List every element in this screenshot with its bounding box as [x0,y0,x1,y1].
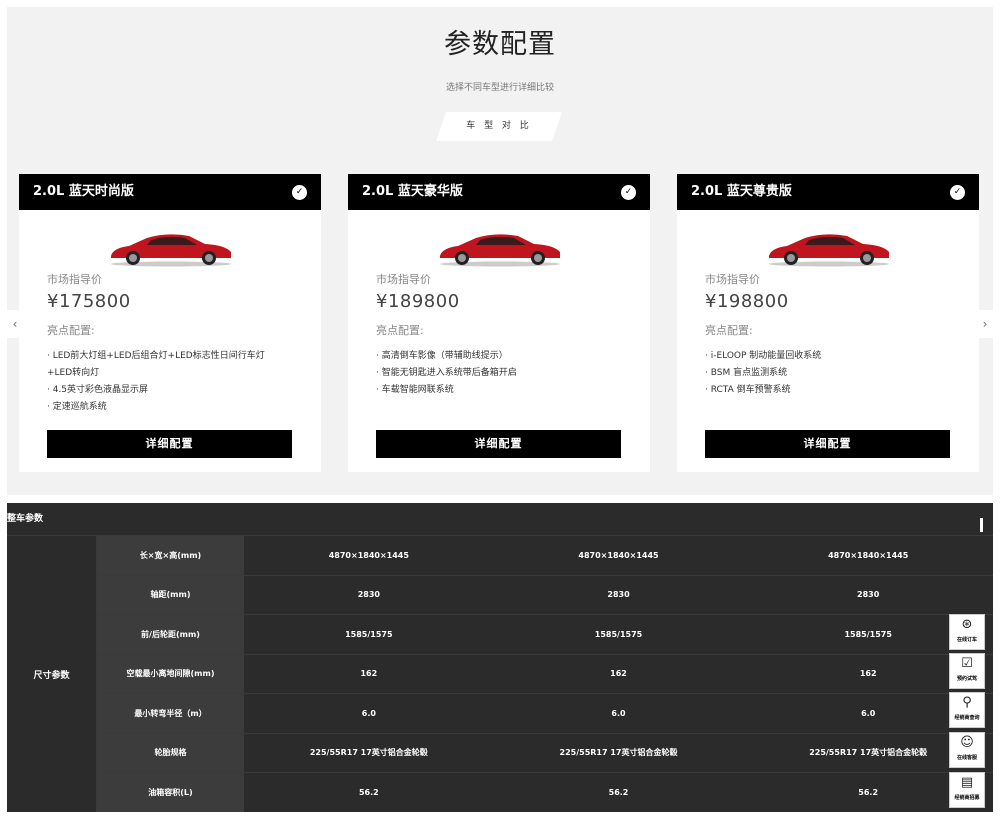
param-key: 长×宽×高(mm) [97,536,244,575]
feature-item: · 车载智能网联系统 [376,385,454,395]
params-section-title: 整车参数 [7,503,993,536]
feature-item: · BSM 盲点监测系统 [705,368,788,378]
table-row: 轴距(mm) 2830 2830 2830 [97,575,993,615]
param-value: 6.0 [361,708,376,718]
steering-wheel-icon: ⊛ [961,617,973,632]
table-row: 轮胎规格 225/55R17 17英寸铝合金轮毂 225/55R17 17英寸铝… [97,733,993,773]
detail-config-button[interactable]: 详细配置 [47,430,292,458]
dealer-recruit-button[interactable]: ▤ 经销商招募 [949,772,985,808]
side-tool-label: 经销商招募 [954,795,980,801]
side-tool-label: 在线客服 [956,755,977,761]
param-key: 前/后轮距(mm) [97,615,244,654]
feature-list: · i-ELOOP 制动能量回收系统 · BSM 盲点监测系统 · RCTA 倒… [705,348,967,399]
store-icon: ▤ [960,775,974,790]
param-value: 225/55R17 17英寸铝合金轮毂 [309,748,428,758]
online-service-button[interactable]: ☺ 在线客服 [949,732,985,768]
detail-config-button[interactable]: 详细配置 [705,430,950,458]
param-key: 轮胎规格 [97,733,244,772]
feature-item: · i-ELOOP 制动能量回收系统 [705,351,822,361]
table-row: 空载最小离地间隙(mm) 162 162 162 [97,654,993,694]
compare-button[interactable]: 车 型 对 比 [436,112,562,141]
price-label: 市场指导价 [705,273,760,286]
param-key: 空载最小离地间隙(mm) [97,654,244,693]
highlights-label: 亮点配置: [705,324,753,337]
model-card-header[interactable]: 2.0L 蓝天豪华版 ✓ [348,174,650,210]
feature-item: · RCTA 倒车预警系统 [705,385,791,395]
param-value: 2830 [857,590,880,600]
highlights-label: 亮点配置: [47,324,95,337]
table-row: 前/后轮距(mm) 1585/1575 1585/1575 1585/1575 [97,615,993,655]
feature-item: · 4.5英寸彩色液晶显示屏 [47,385,149,395]
param-value: 1585/1575 [594,629,643,639]
test-drive-button[interactable]: ☑ 预约试驾 [949,653,985,689]
check-icon[interactable]: ✓ [621,185,636,200]
param-value: 2830 [607,590,630,600]
dealer-search-button[interactable]: ⚲ 经销商查询 [949,692,985,728]
model-card: 2.0L 蓝天尊贵版 ✓ 市场指导价 ¥198800 亮点配置: · i-ELO… [677,174,979,472]
param-key: 最小转弯半径（m） [97,694,244,733]
check-icon[interactable]: ✓ [950,185,965,200]
table-row: 最小转弯半径（m） 6.0 6.0 6.0 [97,694,993,734]
param-value: 162 [610,669,627,679]
params-group-label: 尺寸参数 [7,536,97,812]
model-card-header[interactable]: 2.0L 蓝天尊贵版 ✓ [677,174,979,210]
param-value: 6.0 [611,708,626,718]
model-name: 2.0L 蓝天尊贵版 [691,184,792,199]
model-card: 2.0L 蓝天豪华版 ✓ 市场指导价 ¥189800 亮点配置: · 高清倒车影… [348,174,650,472]
side-tool-label: 在线订车 [956,637,977,643]
param-value: 4870×1840×1445 [328,550,409,560]
table-row: 长×宽×高(mm) 4870×1840×1445 4870×1840×1445 … [97,536,993,576]
price-value: ¥198800 [705,291,789,312]
model-card-header[interactable]: 2.0L 蓝天时尚版 ✓ [19,174,321,210]
param-value: 4870×1840×1445 [578,550,659,560]
params-table: 整车参数 尺寸参数 长×宽×高(mm) 4870×1840×1445 4870×… [7,503,993,812]
chat-icon: ☺ [960,735,974,750]
calendar-check-icon: ☑ [961,656,973,671]
table-row: 油箱容积(L) 56.2 56.2 56.2 [97,773,993,812]
side-tool-label: 经销商查询 [954,715,980,721]
model-name: 2.0L 蓝天时尚版 [33,184,134,199]
page-subtitle: 选择不同车型进行详细比较 [445,83,554,93]
search-icon: ⚲ [962,695,972,710]
price-label: 市场指导价 [376,273,431,286]
car-image [111,234,231,267]
feature-list: · LED前大灯组+LED后组合灯+LED标志性日间行车灯 +LED转向灯 · … [47,348,309,416]
highlights-label: 亮点配置: [376,324,424,337]
price-label: 市场指导价 [47,273,102,286]
price-value: ¥189800 [376,291,460,312]
feature-item: · 高清倒车影像（带辅助线提示） [376,351,508,361]
model-card: 2.0L 蓝天时尚版 ✓ 市场指导价 ¥175800 亮点配置: · LED前大… [19,174,321,472]
scrollbar[interactable] [980,518,983,532]
param-value: 162 [360,669,378,679]
feature-item: · LED前大灯组+LED后组合灯+LED标志性日间行车灯 [47,351,265,361]
param-value: 4870×1840×1445 [828,550,909,560]
detail-config-button[interactable]: 详细配置 [376,430,621,458]
next-arrow-icon[interactable]: › [977,310,993,338]
param-value: 1585/1575 [345,629,393,639]
check-icon[interactable]: ✓ [292,185,307,200]
side-tool-label: 预约试驾 [956,676,977,682]
param-key: 轴距(mm) [97,575,244,614]
order-online-button[interactable]: ⊛ 在线订车 [949,614,985,650]
feature-item: · 智能无钥匙进入系统带后备箱开启 [376,368,517,378]
param-value: 2830 [357,590,380,600]
price-value: ¥175800 [47,291,131,312]
param-key: 油箱容积(L) [97,773,244,812]
feature-item: +LED转向灯 [47,368,100,378]
feature-list: · 高清倒车影像（带辅助线提示） · 智能无钥匙进入系统带后备箱开启 · 车载智… [376,348,638,399]
param-value: 56.2 [358,787,379,797]
car-image [769,234,889,267]
car-image [440,234,560,267]
feature-item: · 定速巡航系统 [47,402,107,412]
param-value: 56.2 [608,787,629,797]
page-title: 参数配置 [444,29,556,60]
model-name: 2.0L 蓝天豪华版 [362,184,463,199]
param-value: 225/55R17 17英寸铝合金轮毂 [559,748,678,758]
